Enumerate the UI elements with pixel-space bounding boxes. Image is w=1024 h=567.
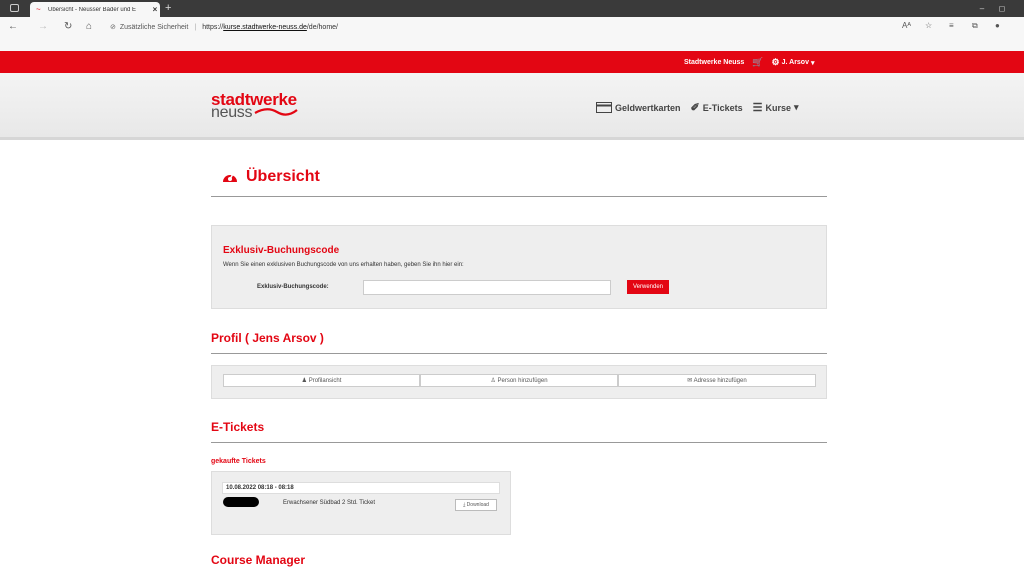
security-label: Zusätzliche Sicherheit [119,23,189,31]
add-person-button[interactable]: ♙ Person hinzufügen [420,374,618,387]
user-menu[interactable]: ⚙ J. Arsov ▾ [772,57,815,68]
address-bar: ← → ↻ ⌂ ⊘ Zusätzliche Sicherheit | https… [0,17,1024,51]
envelope-icon: ✉ [687,378,693,384]
nav-label: Geldwertkarten [615,102,681,113]
url-separator: | [194,23,197,31]
site-logo[interactable]: stadtwerke neuss [211,91,298,121]
profile-view-button[interactable]: ♟ Profilansicht [223,374,420,387]
list-icon: ☰ [752,102,763,114]
profile-heading: Profil ( Jens Arsov ) [211,331,324,345]
booking-field-label: Exklusiv-Buchungscode: [257,284,329,290]
home-icon[interactable]: ⌂ [86,21,92,32]
reload-icon[interactable]: ↻ [64,21,72,32]
logo-swoosh-icon [254,108,298,116]
tickets-divider [211,442,827,443]
dashboard-icon [223,173,237,182]
button-label: Profilansicht [308,378,342,384]
title-divider [211,196,827,197]
favorite-icon[interactable]: ☆ [925,21,932,30]
nav-label: Kurse [765,102,791,113]
site-header: stadtwerke neuss Geldwertkarten ✐ E-Tick… [0,73,1024,140]
redacted-qr [223,497,259,507]
url-text: https://kurse.stadtwerke-neuss.de/de/hom… [202,23,338,31]
browser-tab[interactable]: ~ Übersicht - Neusser Bäder und E × [30,2,160,17]
user-menu-label: J. Arsov [781,59,809,66]
shield-icon: ⊘ [110,24,116,31]
user-icon: ♟ [301,378,308,384]
nav-kurse[interactable]: ☰ Kurse ▾ [753,101,799,114]
button-label: Person hinzufügen [497,378,548,384]
stadtwerke-neuss-link[interactable]: Stadtwerke Neuss [684,59,744,66]
main-nav: Geldwertkarten ✐ E-Tickets ☰ Kurse ▾ [596,101,799,114]
caret-down-icon: ▾ [810,59,815,67]
add-address-button[interactable]: ✉ Adresse hinzufügen [618,374,816,387]
page-title-text: Übersicht [246,168,320,185]
card-icon [596,102,612,113]
booking-heading: Exklusiv-Buchungscode [223,245,340,256]
site-topbar: Stadtwerke Neuss 🛒 ⚙ J. Arsov ▾ [0,51,1024,73]
profile-icon[interactable]: ● [995,21,1000,30]
favorites-list-icon[interactable]: ≡ [949,21,954,30]
download-button[interactable]: ⤓ Download [455,499,497,511]
site-favicon-icon: ~ [36,4,41,14]
e-tickets-heading: E-Tickets [211,420,265,434]
read-aloud-icon[interactable]: Aᴬ [902,21,911,30]
profile-divider [211,353,827,354]
nav-e-tickets[interactable]: ✐ E-Tickets [691,101,743,114]
ticket-icon: ✐ [690,102,700,114]
collections-icon[interactable]: ⧉ [972,21,978,31]
new-tab-icon[interactable]: + [165,2,171,14]
add-person-icon: ♙ [490,378,496,384]
caret-down-icon: ▾ [794,102,799,112]
ticket-name: Erwachsener Südbad 2 Std. Ticket [283,500,376,506]
booking-hint: Wenn Sie einen exklusiven Buchungscode v… [223,262,464,268]
url-field[interactable]: ⊘ Zusätzliche Sicherheit | https://kurse… [110,20,880,34]
ticket-date: 10.08.2022 08:18 - 08:18 [222,482,500,494]
browser-titlebar: ~ Übersicht - Neusser Bäder und E × + – … [0,0,1024,17]
download-label: Download [466,502,489,508]
purchased-tickets-heading: gekaufte Tickets [211,458,266,465]
booking-code-input[interactable] [363,280,611,295]
page-title: Übersicht [222,168,320,186]
close-tab-icon[interactable]: × [150,5,160,14]
button-label: Adresse hinzufügen [693,378,747,384]
restore-icon[interactable]: ◻ [995,4,1009,14]
tab-title: Übersicht - Neusser Bäder und E [48,6,137,13]
course-manager-heading: Course Manager [211,553,306,567]
minimize-icon[interactable]: – [975,4,989,14]
nav-label: E-Tickets [702,102,743,113]
nav-geldwertkarten[interactable]: Geldwertkarten [596,101,681,114]
back-icon[interactable]: ← [8,21,18,32]
verwenden-button[interactable]: Verwenden [627,280,669,294]
gears-icon: ⚙ [771,57,780,67]
booking-code-panel: Exklusiv-Buchungscode Wenn Sie einen exk… [211,225,827,309]
cart-icon[interactable]: 🛒 [752,57,763,68]
tab-actions-icon[interactable] [10,4,19,12]
forward-icon[interactable]: → [38,21,48,32]
download-icon: ⤓ [463,502,466,508]
